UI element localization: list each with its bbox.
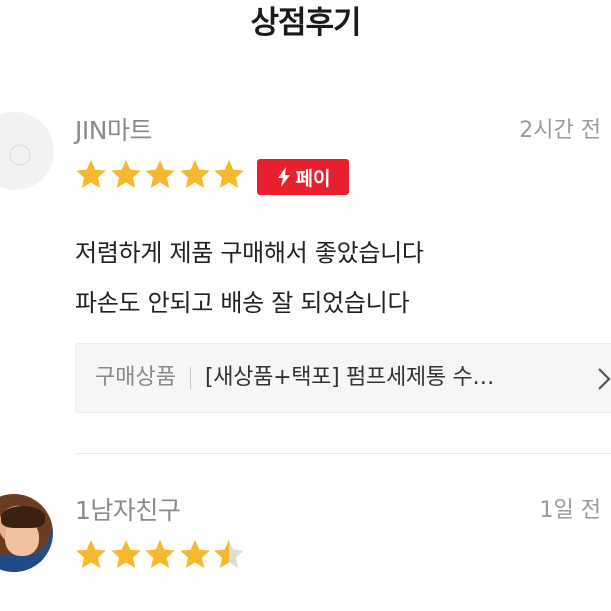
chevron-right-icon [598, 368, 611, 390]
divider [189, 367, 191, 389]
star-icon [212, 158, 246, 192]
rating-stars [74, 158, 247, 198]
star-icon [109, 158, 143, 192]
pay-badge: 페이 [257, 159, 349, 195]
lightning-icon [277, 167, 290, 187]
review-text-line: 저렴하게 제품 구매해서 좋았습니다 [75, 239, 424, 267]
star-icon [74, 538, 108, 572]
review-item: 1남자친구 1일 전 [0, 488, 611, 611]
review-item: JIN마트 2시간 전 페이 저렴하게 제품 구매해서 좋았습니다 파손도 안되… [0, 108, 611, 418]
product-label: 구매상품 [95, 365, 176, 390]
star-icon [212, 538, 246, 572]
review-time: 1일 전 [539, 498, 601, 523]
review-text-line: 파손도 안되고 배송 잘 되었습니다 [75, 289, 410, 317]
rating-stars [74, 538, 247, 578]
review-time: 2시간 전 [519, 118, 601, 143]
purchased-product-link[interactable]: 구매상품 [새상품+택포] 펌프세제통 수… [75, 343, 611, 413]
product-name: [새상품+택포] 펌프세제통 수… [204, 365, 495, 390]
review-text: 저렴하게 제품 구매해서 좋았습니다 파손도 안되고 배송 잘 되었습니다 [75, 228, 424, 328]
star-icon [178, 538, 212, 572]
page-title: 상점후기 [250, 5, 361, 41]
avatar[interactable] [0, 112, 54, 190]
star-icon [143, 538, 177, 572]
avatar[interactable] [0, 494, 53, 572]
star-icon [74, 158, 108, 192]
star-icon [109, 538, 143, 572]
review-divider [75, 453, 611, 454]
review-author[interactable]: 1남자친구 [75, 494, 181, 528]
star-icon [178, 158, 212, 192]
review-author[interactable]: JIN마트 [75, 114, 152, 148]
star-icon [143, 158, 177, 192]
pay-badge-label: 페이 [295, 167, 331, 190]
